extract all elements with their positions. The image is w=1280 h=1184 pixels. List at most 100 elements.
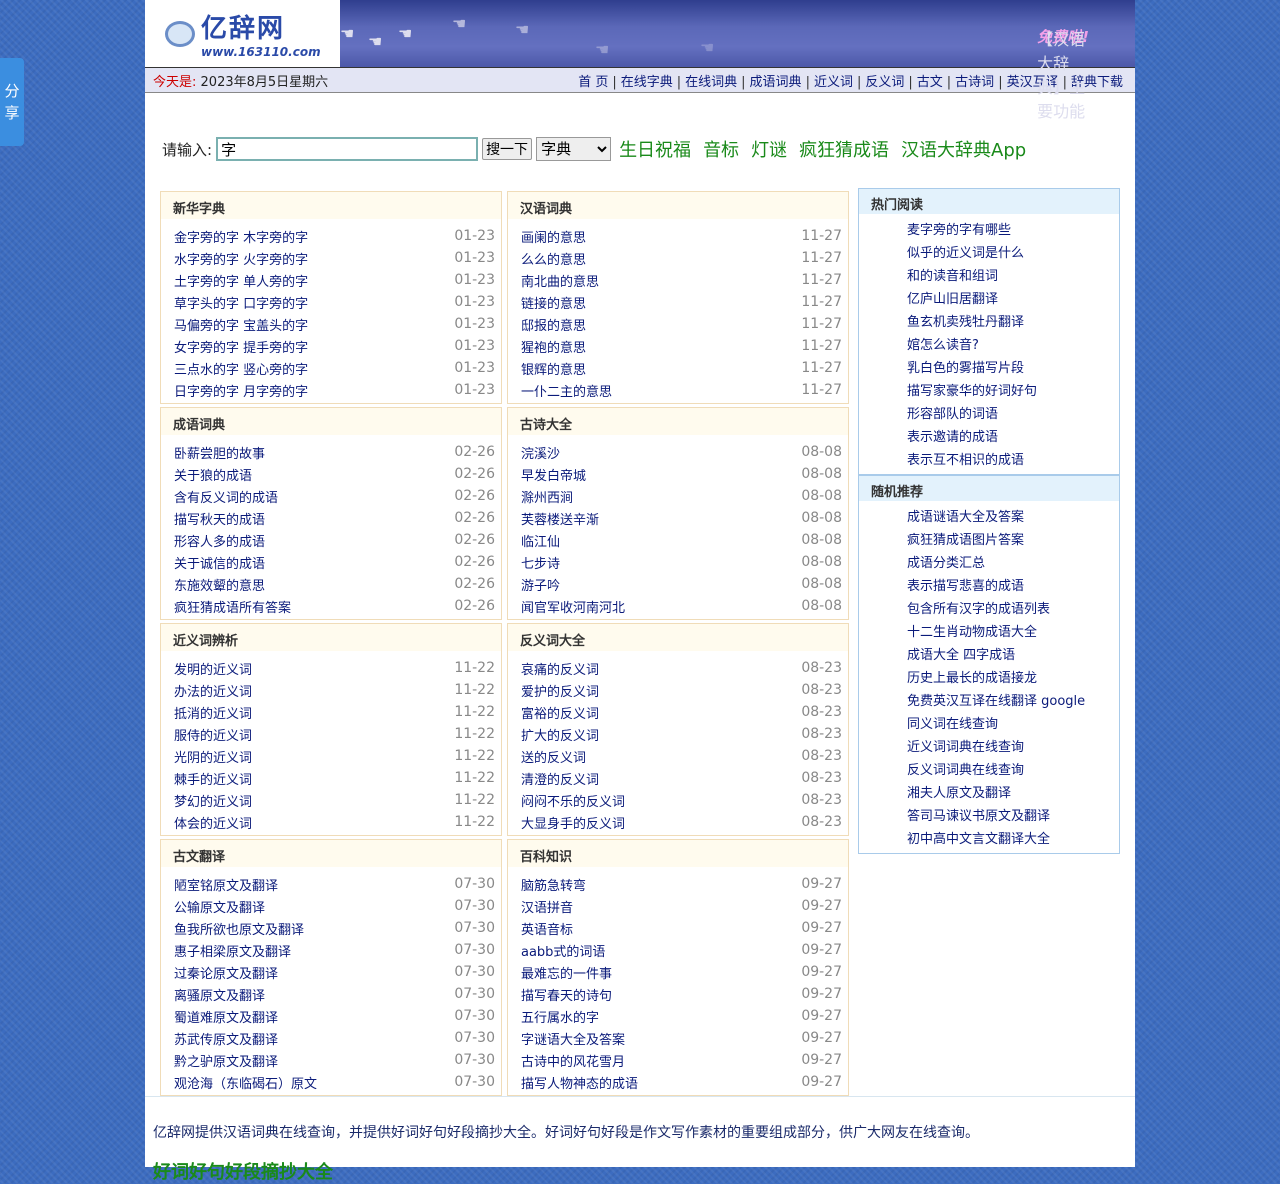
article-link[interactable]: 体会的近义词 xyxy=(174,813,252,832)
sidebar-link[interactable]: 表示互不相识的成语 xyxy=(907,453,1024,468)
sidebar-link[interactable]: 反义词词典在线查询 xyxy=(907,763,1024,778)
nav-link[interactable]: 反义词 xyxy=(865,75,904,90)
sidebar-link[interactable]: 似乎的近义词是什么 xyxy=(907,246,1024,261)
article-link[interactable]: 草字头的字 口字旁的字 xyxy=(174,293,308,312)
article-link[interactable]: 送的反义词 xyxy=(521,747,586,766)
quick-link[interactable]: 音标 xyxy=(703,136,739,162)
article-link[interactable]: 游子吟 xyxy=(521,575,560,594)
article-link[interactable]: 抵消的近义词 xyxy=(174,703,252,722)
article-link[interactable]: 古诗中的风花雪月 xyxy=(521,1051,625,1070)
sidebar-link[interactable]: 近义词词典在线查询 xyxy=(907,740,1024,755)
nav-link[interactable]: 近义词 xyxy=(814,75,853,90)
sidebar-link[interactable]: 同义词在线查询 xyxy=(907,717,998,732)
article-link[interactable]: 关于狼的成语 xyxy=(174,465,252,484)
article-link[interactable]: 滁州西涧 xyxy=(521,487,573,506)
sidebar-link[interactable]: 亿庐山旧居翻译 xyxy=(907,292,998,307)
nav-link[interactable]: 在线词典 xyxy=(685,75,737,90)
sidebar-link[interactable]: 成语谜语大全及答案 xyxy=(907,510,1024,525)
article-link[interactable]: 含有反义词的成语 xyxy=(174,487,278,506)
article-link[interactable]: 卧薪尝胆的故事 xyxy=(174,443,265,462)
article-link[interactable]: 办法的近义词 xyxy=(174,681,252,700)
article-link[interactable]: 过秦论原文及翻译 xyxy=(174,963,278,982)
article-link[interactable]: 形容人多的成语 xyxy=(174,531,265,550)
sidebar-link[interactable]: 包含所有汉字的成语列表 xyxy=(907,602,1050,617)
article-link[interactable]: 五行属水的字 xyxy=(521,1007,599,1026)
article-link[interactable]: 描写春天的诗句 xyxy=(521,985,612,1004)
sidebar-link[interactable]: 表示邀请的成语 xyxy=(907,430,998,445)
sidebar-link[interactable]: 表示描写悲喜的成语 xyxy=(907,579,1024,594)
search-input[interactable] xyxy=(216,137,479,161)
article-link[interactable]: 陋室铭原文及翻译 xyxy=(174,875,278,894)
article-link[interactable]: 字谜语大全及答案 xyxy=(521,1029,625,1048)
article-link[interactable]: 描写秋天的成语 xyxy=(174,509,265,528)
article-link[interactable]: 观沧海（东临碣石）原文 xyxy=(174,1073,317,1092)
article-link[interactable]: 最难忘的一件事 xyxy=(521,963,612,982)
sidebar-link[interactable]: 成语大全 四字成语 xyxy=(907,648,1015,663)
logo[interactable]: 亿辞网 www.163110.com xyxy=(145,0,340,67)
article-link[interactable]: 一仆二主的意思 xyxy=(521,381,612,400)
article-link[interactable]: 惠子相梁原文及翻译 xyxy=(174,941,291,960)
article-link[interactable]: 女字旁的字 提手旁的字 xyxy=(174,337,308,356)
search-button[interactable]: 搜一下 xyxy=(482,138,533,160)
nav-link[interactable]: 首 页 xyxy=(578,75,608,90)
article-link[interactable]: 清澄的反义词 xyxy=(521,769,599,788)
quick-link[interactable]: 灯谜 xyxy=(751,136,787,162)
sidebar-link[interactable]: 和的读音和组词 xyxy=(907,269,998,284)
article-link[interactable]: 棘手的近义词 xyxy=(174,769,252,788)
article-link[interactable]: 南北曲的意思 xyxy=(521,271,599,290)
sidebar-link[interactable]: 婠怎么读音? xyxy=(907,338,979,353)
article-link[interactable]: 邸报的意思 xyxy=(521,315,586,334)
article-link[interactable]: 芙蓉楼送辛渐 xyxy=(521,509,599,528)
sidebar-link[interactable]: 疯狂猜成语图片答案 xyxy=(907,533,1024,548)
sidebar-link[interactable]: 描写家豪华的好词好句 xyxy=(907,384,1037,399)
article-link[interactable]: 蜀道难原文及翻译 xyxy=(174,1007,278,1026)
sidebar-link[interactable]: 十二生肖动物成语大全 xyxy=(907,625,1037,640)
article-link[interactable]: 服侍的近义词 xyxy=(174,725,252,744)
article-link[interactable]: 黔之驴原文及翻译 xyxy=(174,1051,278,1070)
article-link[interactable]: 链接的意思 xyxy=(521,293,586,312)
nav-link[interactable]: 古诗词 xyxy=(955,75,994,90)
article-link[interactable]: 富裕的反义词 xyxy=(521,703,599,722)
article-link[interactable]: 土字旁的字 单人旁的字 xyxy=(174,271,308,290)
nav-link[interactable]: 古文 xyxy=(917,75,943,90)
quick-link[interactable]: 生日祝福 xyxy=(619,136,691,162)
nav-link[interactable]: 在线字典 xyxy=(621,75,673,90)
article-link[interactable]: 离骚原文及翻译 xyxy=(174,985,265,1004)
article-link[interactable]: 早发白帝城 xyxy=(521,465,586,484)
share-tab[interactable]: 分享 xyxy=(0,58,24,146)
sidebar-link[interactable]: 初中高中文言文翻译大全 xyxy=(907,832,1050,847)
article-link[interactable]: 水字旁的字 火字旁的字 xyxy=(174,249,308,268)
article-link[interactable]: 扩大的反义词 xyxy=(521,725,599,744)
article-link[interactable]: 浣溪沙 xyxy=(521,443,560,462)
article-link[interactable]: 金字旁的字 木字旁的字 xyxy=(174,227,308,246)
search-type-select[interactable]: 字典 xyxy=(536,137,612,161)
sidebar-link[interactable]: 免费英汉互译在线翻译 google xyxy=(907,694,1085,709)
article-link[interactable]: 梦幻的近义词 xyxy=(174,791,252,810)
article-link[interactable]: 三点水的字 竖心旁的字 xyxy=(174,359,308,378)
sidebar-link[interactable]: 形容部队的词语 xyxy=(907,407,998,422)
article-link[interactable]: 关于诚信的成语 xyxy=(174,553,265,572)
quick-link[interactable]: 疯狂猜成语 xyxy=(799,136,889,162)
article-link[interactable]: 英语音标 xyxy=(521,919,573,938)
sidebar-link[interactable]: 麦字旁的字有哪些 xyxy=(907,223,1011,238)
article-link[interactable]: 鱼我所欲也原文及翻译 xyxy=(174,919,304,938)
article-link[interactable]: 日字旁的字 月字旁的字 xyxy=(174,381,308,400)
article-link[interactable]: 公输原文及翻译 xyxy=(174,897,265,916)
sidebar-link[interactable]: 成语分类汇总 xyxy=(907,556,985,571)
article-link[interactable]: 么么的意思 xyxy=(521,249,586,268)
article-link[interactable]: 大显身手的反义词 xyxy=(521,813,625,832)
article-link[interactable]: 马偏旁的字 宝盖头的字 xyxy=(174,315,308,334)
article-link[interactable]: 发明的近义词 xyxy=(174,659,252,678)
article-link[interactable]: 汉语拼音 xyxy=(521,897,573,916)
sidebar-link[interactable]: 乳白色的雾描写片段 xyxy=(907,361,1024,376)
nav-link[interactable]: 成语词典 xyxy=(750,75,802,90)
article-link[interactable]: 画阑的意思 xyxy=(521,227,586,246)
article-link[interactable]: 临江仙 xyxy=(521,531,560,550)
sidebar-link[interactable]: 鱼玄机卖残牡丹翻译 xyxy=(907,315,1024,330)
article-link[interactable]: 银辉的意思 xyxy=(521,359,586,378)
article-link[interactable]: 疯狂猜成语所有答案 xyxy=(174,597,291,616)
sidebar-link[interactable]: 答司马谏议书原文及翻译 xyxy=(907,809,1050,824)
article-link[interactable]: 猩袍的意思 xyxy=(521,337,586,356)
article-link[interactable]: 爱护的反义词 xyxy=(521,681,599,700)
article-link[interactable]: 哀痛的反义词 xyxy=(521,659,599,678)
